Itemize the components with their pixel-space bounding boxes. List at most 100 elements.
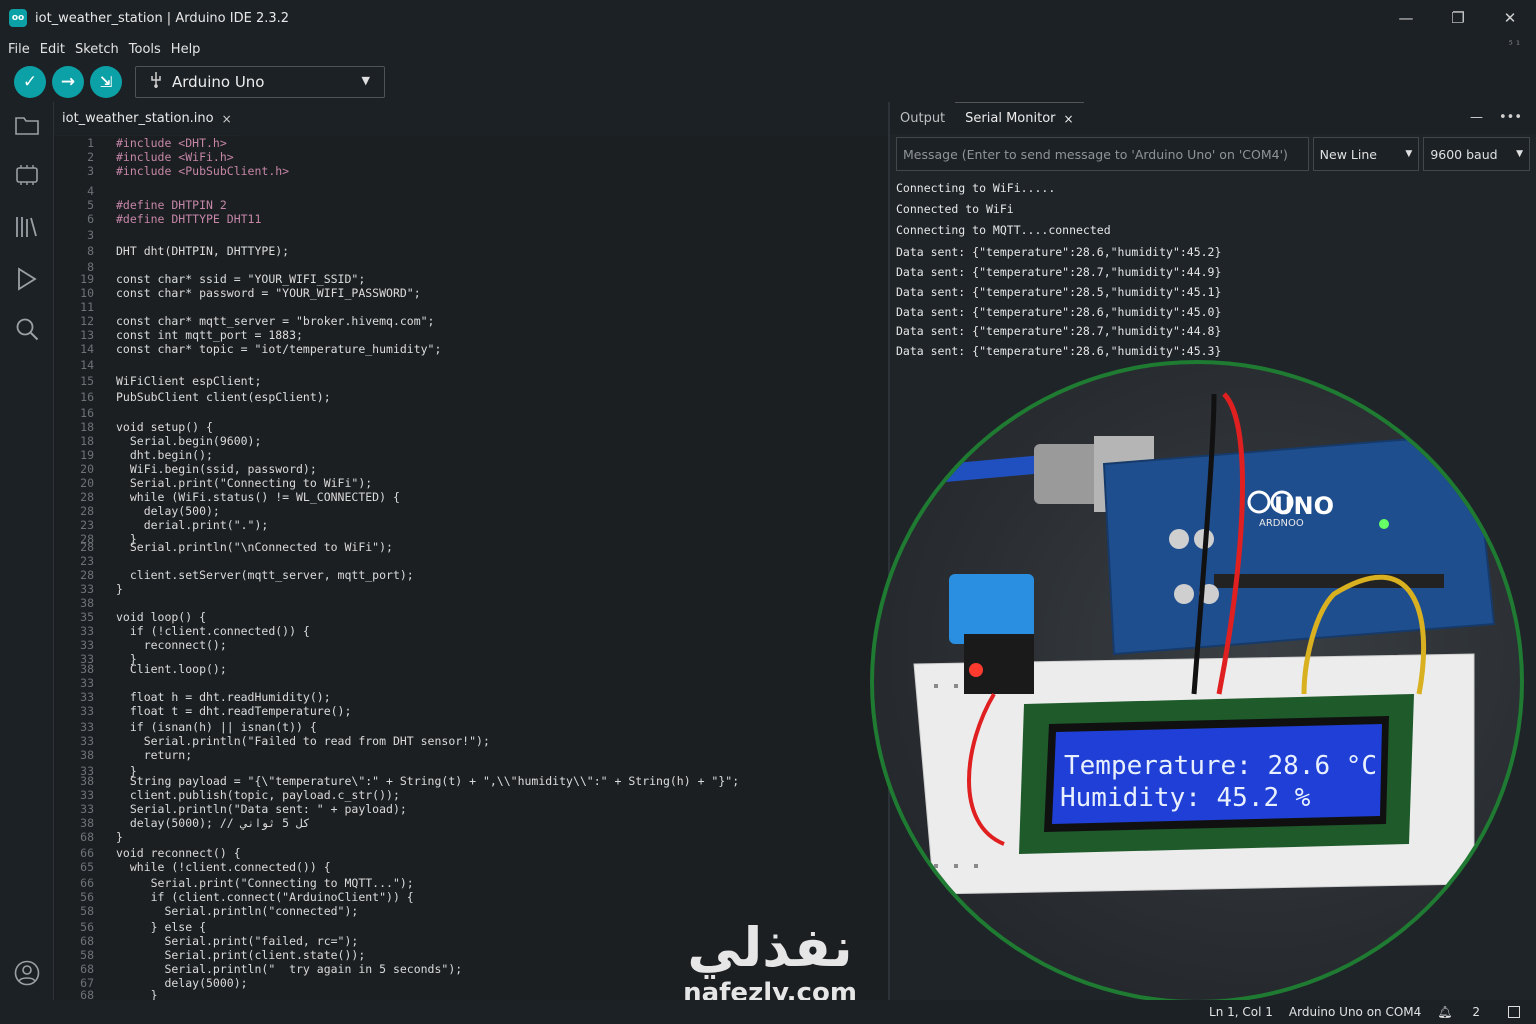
code-text: delay(5000); // كل 5 ثواني <box>116 816 310 830</box>
board-selector[interactable]: Arduino Uno ▼ <box>135 66 385 98</box>
code-line: 18 void setup() { <box>54 420 213 434</box>
tab-label: iot_weather_station.ino <box>62 111 214 126</box>
code-text: const int mqtt_port = 1883; <box>116 328 303 342</box>
code-text: while (WiFi.status() != WL_CONNECTED) { <box>116 490 400 504</box>
code-line: 68 Serial.print("failed, rc="); <box>54 934 358 948</box>
code-text: const char* ssid = "YOUR_WIFI_SSID"; <box>116 272 366 286</box>
code-line: 33} <box>54 582 123 596</box>
line-number: 33 <box>80 676 94 690</box>
serial-message-input[interactable]: Message (Enter to send message to 'Ardui… <box>896 137 1309 171</box>
line-number: 56 <box>80 920 94 934</box>
collapse-icon[interactable]: — <box>1470 110 1483 125</box>
search-icon[interactable] <box>14 316 40 342</box>
debug-run-icon[interactable] <box>14 266 40 292</box>
line-number: 33 <box>80 720 94 734</box>
code-line: 14 const char* topic = "iot/temperature_h… <box>54 342 441 356</box>
code-line: 8 DHT dht(DHTPIN, DHTTYPE); <box>54 244 289 258</box>
tab-serial-label: Serial Monitor <box>965 111 1056 126</box>
line-number: 66 <box>80 876 94 890</box>
serial-line: Data sent: {"temperature":28.5,"humidity… <box>896 285 1222 299</box>
menu-bar: File Edit Sketch Tools Help ⁵ ¹ <box>0 36 1536 62</box>
code-text: void reconnect() { <box>116 846 241 860</box>
line-number: 65 <box>80 860 94 874</box>
code-line: 4 <box>54 184 116 198</box>
board-name: Arduino Uno <box>172 73 265 91</box>
chevron-down-icon: ▼ <box>1405 149 1413 159</box>
bell-icon: 🔔︎ <box>1437 1005 1453 1019</box>
code-text: float h = dht.readHumidity(); <box>116 690 331 704</box>
window-controls: — ❐ ✕ <box>1380 0 1536 36</box>
close-icon[interactable]: × <box>222 112 232 126</box>
code-line: 66 void reconnect() { <box>54 846 241 860</box>
tab-serial-monitor[interactable]: Serial Monitor × <box>955 102 1084 134</box>
line-number: 28 <box>80 540 94 554</box>
code-line: 68 } <box>54 988 157 1000</box>
board-port-status[interactable]: Arduino Uno on COM4 <box>1289 1005 1421 1019</box>
code-text: Serial.println("connected"); <box>116 904 359 918</box>
code-text: #include <WiFi.h> <box>116 150 234 164</box>
code-text: Serial.println(" try again in 5 seconds"… <box>116 962 463 976</box>
hardware-illustration: UNO ARDNOO Temperature: 28.6 °C Humidity… <box>913 392 1496 895</box>
close-icon[interactable]: × <box>1064 112 1074 126</box>
code-line: 35 void loop() { <box>54 610 206 624</box>
menu-tools[interactable]: Tools <box>129 42 161 57</box>
code-line: 68} <box>54 830 123 844</box>
line-number: 38 <box>80 662 94 676</box>
line-number: 2 <box>87 150 94 164</box>
cursor-position[interactable]: Ln 1, Col 1 <box>1209 1005 1273 1019</box>
code-text: Serial.print("Connecting to WiFi"); <box>116 476 373 490</box>
serial-line: Connecting to WiFi..... <box>896 181 1056 195</box>
code-text: #define DHTPIN 2 <box>116 198 227 212</box>
panel-tools: — ••• <box>1470 110 1522 125</box>
menu-file[interactable]: File <box>8 42 30 57</box>
boards-icon[interactable] <box>14 162 40 188</box>
notifications-button[interactable]: 🔔︎ 2 <box>1437 1005 1496 1019</box>
line-number: 3 <box>87 164 94 178</box>
code-line: 11 <box>54 300 116 314</box>
serial-line: Data sent: {"temperature":28.7,"humidity… <box>896 324 1222 338</box>
menu-help[interactable]: Help <box>171 42 201 57</box>
code-line: 28 delay(500); <box>54 504 220 518</box>
serial-input-row: Message (Enter to send message to 'Ardui… <box>896 137 1530 171</box>
line-ending-select[interactable]: New Line ▼ <box>1312 137 1420 171</box>
line-number: 35 <box>80 610 94 624</box>
debug-button[interactable]: ⇲ <box>90 66 122 98</box>
account-icon[interactable] <box>14 960 40 986</box>
lcd-line-1: Temperature: 28.6 °C <box>1064 751 1377 781</box>
line-number: 6 <box>87 212 94 226</box>
code-text: } <box>116 582 123 596</box>
folder-icon[interactable] <box>14 112 40 138</box>
line-number: 38 <box>80 748 94 762</box>
maximize-button[interactable]: ❐ <box>1432 0 1484 36</box>
upload-button[interactable]: → <box>52 66 84 98</box>
library-icon[interactable] <box>14 214 40 240</box>
tab-sketch-file[interactable]: iot_weather_station.ino × <box>54 102 240 136</box>
code-text: PubSubClient client(espClient); <box>116 390 331 404</box>
close-button[interactable]: ✕ <box>1484 0 1536 36</box>
menu-sketch[interactable]: Sketch <box>75 42 119 57</box>
usb-icon <box>150 72 162 92</box>
code-text: #include <PubSubClient.h> <box>116 164 290 178</box>
more-icon[interactable]: ••• <box>1499 110 1522 125</box>
tab-output[interactable]: Output <box>890 102 955 134</box>
code-editor[interactable]: 1 #include <DHT.h> 2 #include <WiFi.h> 3 #inc… <box>54 136 888 1000</box>
baud-rate-select[interactable]: 9600 baud ▼ <box>1423 137 1530 171</box>
code-text: client.publish(topic, payload.c_str()); <box>116 788 400 802</box>
line-number: 11 <box>80 300 94 314</box>
minimize-button[interactable]: — <box>1380 0 1432 36</box>
line-number: 18 <box>80 420 94 434</box>
notification-count: 2 <box>1472 1005 1480 1019</box>
line-ending-value: New Line <box>1319 146 1377 162</box>
verify-button[interactable]: ✓ <box>14 66 46 98</box>
serial-line: Data sent: {"temperature":28.6,"humidity… <box>896 245 1222 259</box>
line-number: 58 <box>80 904 94 918</box>
code-line: 33 Serial.println("Data sent: " + payloa… <box>54 802 407 816</box>
line-number: 33 <box>80 704 94 718</box>
line-number: 33 <box>80 788 94 802</box>
code-text: } else { <box>116 920 207 934</box>
layout-icon[interactable] <box>1508 1006 1520 1018</box>
code-line: 20 WiFi.begin(ssid, password); <box>54 462 317 476</box>
line-number: 33 <box>80 624 94 638</box>
arduino-logo-icon: oo <box>9 9 27 27</box>
menu-edit[interactable]: Edit <box>40 42 65 57</box>
